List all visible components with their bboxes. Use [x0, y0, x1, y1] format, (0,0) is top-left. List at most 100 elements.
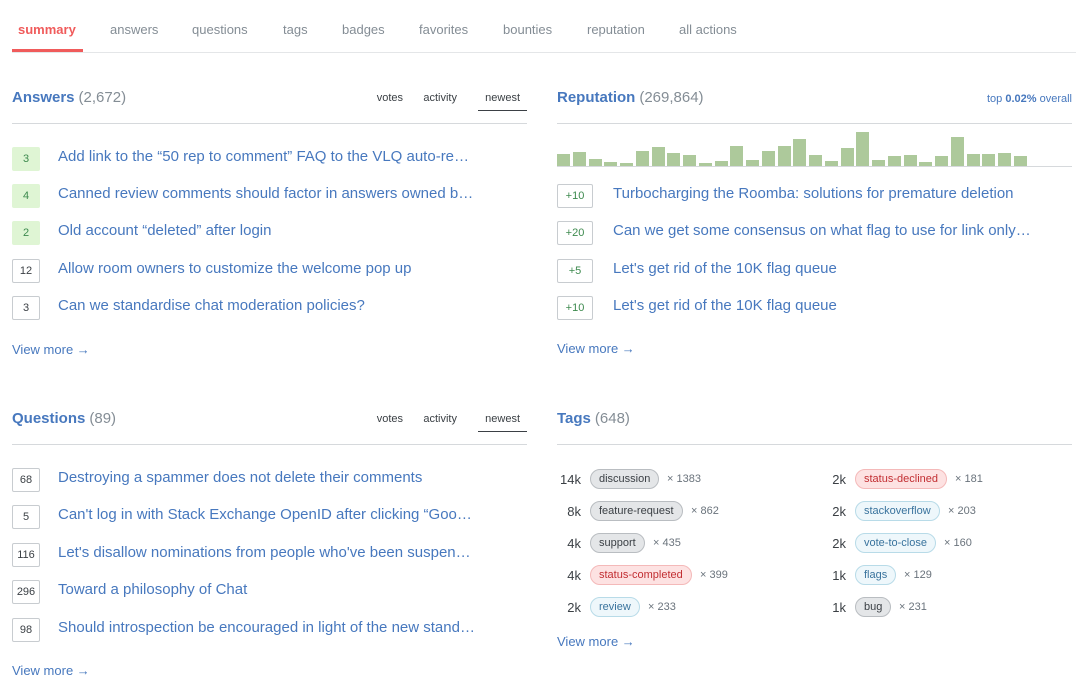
question-link[interactable]: Toward a philosophy of Chat — [58, 581, 247, 598]
reputation-bar[interactable] — [636, 151, 649, 166]
reputation-bar[interactable] — [667, 153, 680, 166]
reputation-bar[interactable] — [998, 153, 1011, 166]
answer-row: 3 Add link to the “50 rep to comment” FA… — [12, 147, 532, 171]
reputation-bar[interactable] — [935, 156, 948, 166]
reputation-bar[interactable] — [652, 147, 665, 166]
answer-link[interactable]: Add link to the “50 rep to comment” FAQ … — [58, 148, 469, 165]
tags-title-text[interactable]: Tags — [557, 410, 591, 427]
reputation-bar[interactable] — [919, 162, 932, 166]
questions-view-more-link[interactable]: View more → — [12, 663, 90, 678]
tag-feature-request[interactable]: feature-request — [590, 501, 683, 521]
reputation-bar[interactable] — [825, 161, 838, 166]
reputation-panel: Reputation (269,864) top 0.02% overall +1… — [557, 89, 1072, 369]
reputation-change: +10 — [557, 296, 593, 320]
reputation-bar[interactable] — [856, 132, 869, 166]
tag-discussion[interactable]: discussion — [590, 469, 660, 489]
tag-bug[interactable]: bug — [855, 597, 892, 617]
reputation-change: +5 — [557, 259, 593, 283]
reputation-link[interactable]: Can we get some consensus on what flag t… — [613, 222, 1031, 239]
answer-row: 3 Can we standardise chat moderation pol… — [12, 296, 532, 320]
tag-stackoverflow[interactable]: stackoverflow — [855, 501, 940, 521]
reputation-bar[interactable] — [778, 146, 791, 166]
reputation-bar[interactable] — [951, 137, 964, 166]
active-tab-indicator — [12, 49, 83, 52]
answers-title-text[interactable]: Answers — [12, 89, 75, 106]
reputation-bar[interactable] — [888, 156, 901, 166]
reputation-bar[interactable] — [982, 154, 995, 166]
reputation-bar[interactable] — [967, 154, 980, 166]
reputation-bar[interactable] — [730, 146, 743, 166]
reputation-bar[interactable] — [604, 162, 617, 166]
questions-sort-votes[interactable]: votes — [377, 413, 403, 425]
reputation-count: (269,864) — [639, 89, 704, 106]
reputation-link[interactable]: Turbocharging the Roomba: solutions for … — [613, 185, 1014, 202]
questions-title-text[interactable]: Questions — [12, 410, 85, 427]
questions-title[interactable]: Questions (89) — [12, 410, 116, 427]
rank-value: 0.02% — [1005, 93, 1037, 105]
tag-support[interactable]: support — [590, 533, 645, 553]
questions-sort-newest[interactable]: newest — [478, 413, 527, 432]
question-link[interactable]: Destroying a spammer does not delete the… — [58, 469, 422, 486]
reputation-rank[interactable]: top 0.02% overall — [987, 93, 1072, 105]
answer-link[interactable]: Allow room owners to customize the welco… — [58, 260, 412, 277]
tab-answers[interactable]: answers — [110, 22, 158, 37]
tab-all-actions[interactable]: all actions — [679, 22, 737, 37]
reputation-header: Reputation (269,864) top 0.02% overall — [557, 89, 1072, 124]
reputation-link[interactable]: Let's get rid of the 10K flag queue — [613, 260, 837, 277]
question-link[interactable]: Let's disallow nominations from people w… — [58, 544, 471, 561]
reputation-title-text[interactable]: Reputation — [557, 89, 635, 106]
tags-view-more-link[interactable]: View more → — [557, 634, 635, 649]
question-link[interactable]: Should introspection be encouraged in li… — [58, 619, 475, 636]
answers-sort-votes[interactable]: votes — [377, 92, 403, 104]
answer-link[interactable]: Old account “deleted” after login — [58, 222, 271, 239]
tab-reputation[interactable]: reputation — [587, 22, 645, 37]
tab-favorites[interactable]: favorites — [419, 22, 468, 37]
question-row: 98 Should introspection be encouraged in… — [12, 618, 532, 642]
answer-link[interactable]: Can we standardise chat moderation polic… — [58, 297, 365, 314]
reputation-bar[interactable] — [620, 163, 633, 166]
reputation-bar[interactable] — [746, 160, 759, 166]
reputation-bar[interactable] — [557, 154, 570, 166]
reputation-bar[interactable] — [793, 139, 806, 166]
reputation-bar[interactable] — [872, 160, 885, 166]
answer-row: 12 Allow room owners to customize the we… — [12, 259, 532, 283]
answer-score: 3 — [12, 296, 40, 320]
tab-tags[interactable]: tags — [283, 22, 308, 37]
answers-view-more-link[interactable]: View more → — [12, 342, 90, 357]
tab-questions[interactable]: questions — [192, 22, 248, 37]
tag-post-count: × 160 — [944, 537, 972, 549]
tag-status-declined[interactable]: status-declined — [855, 469, 947, 489]
questions-panel: Questions (89) votes activity newest 68 D… — [12, 410, 527, 692]
answer-row: 2 Old account “deleted” after login — [12, 221, 532, 245]
reputation-bar[interactable] — [1014, 156, 1027, 166]
rank-prefix: top — [986, 93, 1003, 105]
tab-bounties[interactable]: bounties — [503, 22, 552, 37]
tag-post-count: × 181 — [955, 473, 983, 485]
questions-sort-activity[interactable]: activity — [423, 413, 457, 425]
reputation-view-more-link[interactable]: View more → — [557, 341, 635, 356]
tag-review[interactable]: review — [590, 597, 640, 617]
tag-vote-to-close[interactable]: vote-to-close — [855, 533, 936, 553]
reputation-title[interactable]: Reputation (269,864) — [557, 89, 704, 106]
tag-flags[interactable]: flags — [855, 565, 897, 585]
reputation-bar[interactable] — [809, 155, 822, 166]
answers-title[interactable]: Answers (2,672) — [12, 89, 126, 106]
reputation-bar[interactable] — [589, 159, 602, 166]
reputation-bar[interactable] — [904, 155, 917, 166]
reputation-link[interactable]: Let's get rid of the 10K flag queue — [613, 297, 837, 314]
reputation-bar[interactable] — [683, 155, 696, 166]
tab-badges[interactable]: badges — [342, 22, 385, 37]
tab-summary[interactable]: summary — [18, 22, 76, 37]
answer-link[interactable]: Canned review comments should factor in … — [58, 185, 473, 202]
answer-score: 4 — [12, 184, 40, 208]
reputation-bar[interactable] — [841, 148, 854, 166]
reputation-bar[interactable] — [762, 151, 775, 166]
reputation-bar[interactable] — [573, 152, 586, 166]
reputation-bar[interactable] — [699, 163, 712, 166]
question-link[interactable]: Can't log in with Stack Exchange OpenID … — [58, 506, 472, 523]
reputation-bar[interactable] — [715, 161, 728, 166]
tag-status-completed[interactable]: status-completed — [590, 565, 692, 585]
tags-title[interactable]: Tags (648) — [557, 410, 630, 427]
answers-sort-activity[interactable]: activity — [423, 92, 457, 104]
answers-sort-newest[interactable]: newest — [478, 92, 527, 111]
